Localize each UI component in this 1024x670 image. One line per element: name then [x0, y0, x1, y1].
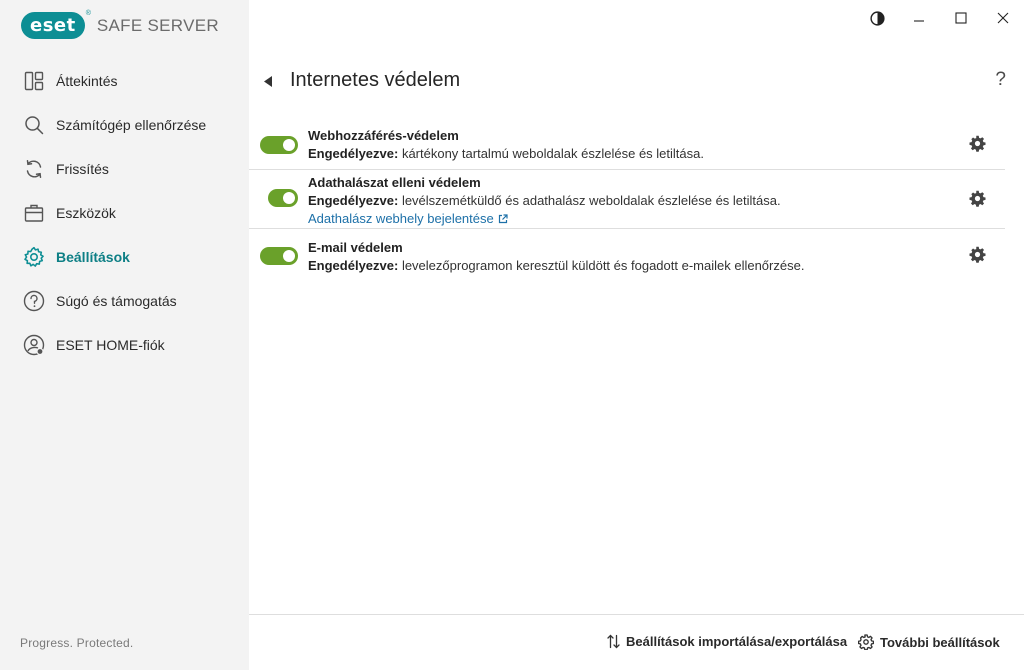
sidebar-item-computer-scan[interactable]: Számítógép ellenőrzése: [0, 103, 249, 147]
sidebar-item-label: Beállítások: [56, 249, 130, 265]
toggle-knob: [283, 139, 295, 151]
import-export-icon: [607, 634, 620, 649]
row-title[interactable]: E-mail védelem: [308, 239, 1005, 257]
more-settings-label: További beállítások: [880, 634, 1000, 650]
gear-icon: [968, 135, 986, 152]
product-name: SAFE SERVER: [96, 15, 219, 35]
web-access-toggle[interactable]: [260, 136, 298, 154]
sidebar-item-help[interactable]: Súgó és támogatás: [0, 279, 249, 323]
help-button[interactable]: ?: [995, 69, 1006, 91]
row-title[interactable]: Webhozzáférés-védelem: [308, 127, 1005, 145]
overview-icon: [22, 69, 46, 93]
sidebar-item-label: Áttekintés: [56, 73, 118, 89]
row-state: Engedélyezve:: [308, 146, 399, 161]
sidebar-item-overview[interactable]: Áttekintés: [0, 59, 249, 103]
row-description: Engedélyezve: levelezőprogramon keresztü…: [308, 257, 1005, 275]
web-access-settings-button[interactable]: [967, 133, 987, 153]
email-protection-settings-button[interactable]: [967, 244, 987, 264]
back-button[interactable]: [261, 71, 275, 91]
anti-phishing-toggle[interactable]: [268, 189, 298, 207]
import-export-label: Beállítások importálása/exportálása: [626, 634, 848, 649]
row-description: Engedélyezve: kártékony tartalmú webolda…: [308, 145, 1005, 163]
row-desc-text: kártékony tartalmú weboldalak észlelése …: [398, 146, 704, 161]
gear-icon: [858, 634, 874, 650]
refresh-icon: [22, 157, 46, 181]
report-phishing-link[interactable]: Adathalász webhely bejelentése: [308, 210, 508, 228]
gear-icon: [968, 246, 986, 263]
row-desc-text: levélszemétküldő és adathalász weboldala…: [398, 193, 781, 208]
list-item-email-protection: E-mail védelem Engedélyezve: levelezőpro…: [249, 229, 1005, 285]
maximize-button[interactable]: [940, 6, 982, 30]
anti-phishing-settings-button[interactable]: [967, 188, 987, 208]
sidebar-item-eset-home[interactable]: ESET HOME-fiók: [0, 323, 249, 367]
bottom-bar: Beállítások importálása/exportálása Tová…: [249, 614, 1024, 670]
sidebar-item-label: Frissítés: [56, 161, 109, 177]
close-icon: [997, 12, 1009, 24]
sidebar: eset ® SAFE SERVER Áttekintés Számítógép…: [0, 0, 249, 670]
page-title: Internetes védelem: [290, 69, 461, 91]
sidebar-item-settings[interactable]: Beállítások: [0, 235, 249, 279]
row-description: Engedélyezve: levélszemétküldő és adatha…: [308, 192, 1005, 210]
sidebar-item-label: Eszközök: [56, 205, 116, 221]
sidebar-nav: Áttekintés Számítógép ellenőrzése Frissí…: [0, 59, 249, 367]
tagline: Progress. Protected.: [20, 636, 134, 650]
row-state: Engedélyezve:: [308, 258, 399, 273]
minimize-button[interactable]: [898, 6, 940, 30]
row-content: Webhozzáférés-védelem Engedélyezve: kárt…: [308, 127, 1005, 163]
close-button[interactable]: [982, 6, 1024, 30]
sidebar-item-label: Számítógép ellenőrzése: [56, 117, 207, 133]
registered-mark: ®: [85, 10, 91, 17]
maximize-icon: [955, 12, 967, 24]
protection-list: Webhozzáférés-védelem Engedélyezve: kárt…: [249, 117, 1024, 285]
eset-logo: eset ® SAFE SERVER: [21, 10, 219, 39]
page-header: Internetes védelem ?: [249, 60, 1024, 104]
contrast-icon: [869, 10, 885, 26]
toggle-knob: [283, 250, 295, 262]
sidebar-item-label: ESET HOME-fiók: [56, 337, 165, 353]
back-arrow-icon: [264, 75, 272, 87]
email-protection-toggle[interactable]: [260, 247, 298, 265]
window-controls: [856, 6, 1024, 30]
briefcase-icon: [22, 201, 46, 225]
row-content: Adathalászat elleni védelem Engedélyezve…: [308, 174, 1005, 228]
row-title[interactable]: Adathalászat elleni védelem: [308, 174, 1005, 192]
external-link-icon: [498, 214, 508, 224]
account-icon: [22, 333, 46, 357]
sidebar-item-tools[interactable]: Eszközök: [0, 191, 249, 235]
more-settings-button[interactable]: További beállítások: [858, 634, 1000, 650]
gear-icon: [968, 190, 986, 207]
minimize-icon: [914, 20, 924, 22]
search-icon: [22, 113, 46, 137]
row-content: E-mail védelem Engedélyezve: levelezőpro…: [308, 239, 1005, 275]
main-panel: Internetes védelem ? Webhozzáférés-védel…: [249, 0, 1024, 670]
sidebar-item-label: Súgó és támogatás: [56, 293, 177, 309]
row-state: Engedélyezve:: [308, 193, 399, 208]
brand-badge: eset: [21, 12, 85, 39]
help-icon: [22, 289, 46, 313]
gear-icon: [22, 245, 46, 269]
row-desc-text: levelezőprogramon keresztül küldött és f…: [398, 258, 805, 273]
contrast-button[interactable]: [856, 6, 898, 30]
list-item-anti-phishing: Adathalászat elleni védelem Engedélyezve…: [249, 170, 1005, 229]
toggle-knob: [283, 192, 295, 204]
link-label: Adathalász webhely bejelentése: [308, 211, 494, 226]
sidebar-item-update[interactable]: Frissítés: [0, 147, 249, 191]
list-item-web-access: Webhozzáférés-védelem Engedélyezve: kárt…: [249, 117, 1005, 170]
import-export-button[interactable]: Beállítások importálása/exportálása: [607, 634, 847, 649]
